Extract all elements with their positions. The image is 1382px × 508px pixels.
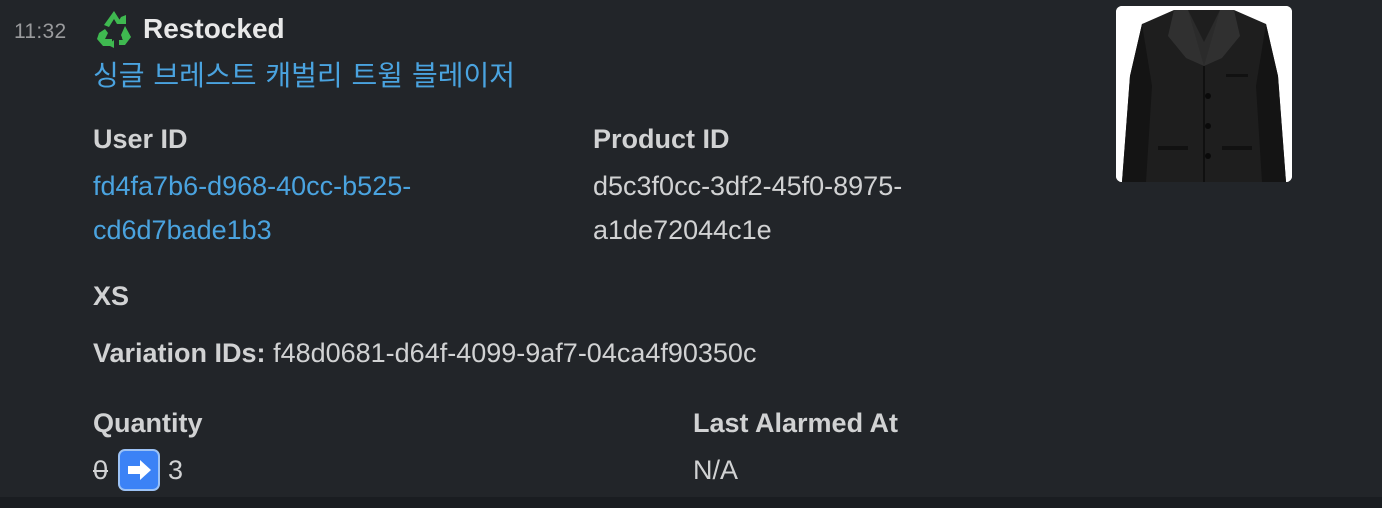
- variation-ids-label: Variation IDs:: [93, 338, 266, 368]
- message-container: 11:32 Restocked 싱글 브레스트 캐벌리 트윌 블레이저 User…: [0, 0, 1382, 497]
- message-header: Restocked: [93, 8, 285, 50]
- recycle-icon: [93, 8, 135, 50]
- bottom-divider: [0, 497, 1382, 508]
- product-name-link[interactable]: 싱글 브레스트 캐벌리 트윌 블레이저: [93, 54, 515, 94]
- product-thumbnail[interactable]: [1116, 6, 1292, 182]
- right-arrow-icon: [118, 449, 161, 491]
- last-alarmed-value: N/A: [693, 455, 739, 485]
- last-alarmed-label: Last Alarmed At: [693, 408, 899, 438]
- user-id-link-line2[interactable]: cd6d7bade1b3: [93, 208, 272, 252]
- quantity-old: 0: [93, 454, 109, 485]
- product-id-label: Product ID: [593, 124, 730, 154]
- quantity-label: Quantity: [93, 408, 203, 438]
- quantity-new: 3: [168, 454, 184, 485]
- variation-ids-value: f48d0681-d64f-4099-9af7-04ca4f90350c: [273, 338, 757, 368]
- message-title: Restocked: [143, 13, 285, 44]
- size-label: XS: [93, 281, 130, 311]
- user-id-link-line1[interactable]: fd4fa7b6-d968-40cc-b525-: [93, 164, 411, 208]
- product-id-value-line1: d5c3f0cc-3df2-45f0-8975-: [593, 171, 903, 201]
- product-id-value-line2: a1de72044c1e: [593, 215, 772, 245]
- message-timestamp[interactable]: 11:32: [14, 20, 67, 44]
- quantity-value: 0 3: [93, 448, 183, 492]
- user-id-label: User ID: [93, 124, 188, 154]
- variation-ids-row: Variation IDs: f48d0681-d64f-4099-9af7-0…: [93, 338, 756, 369]
- blazer-image: [1116, 6, 1292, 182]
